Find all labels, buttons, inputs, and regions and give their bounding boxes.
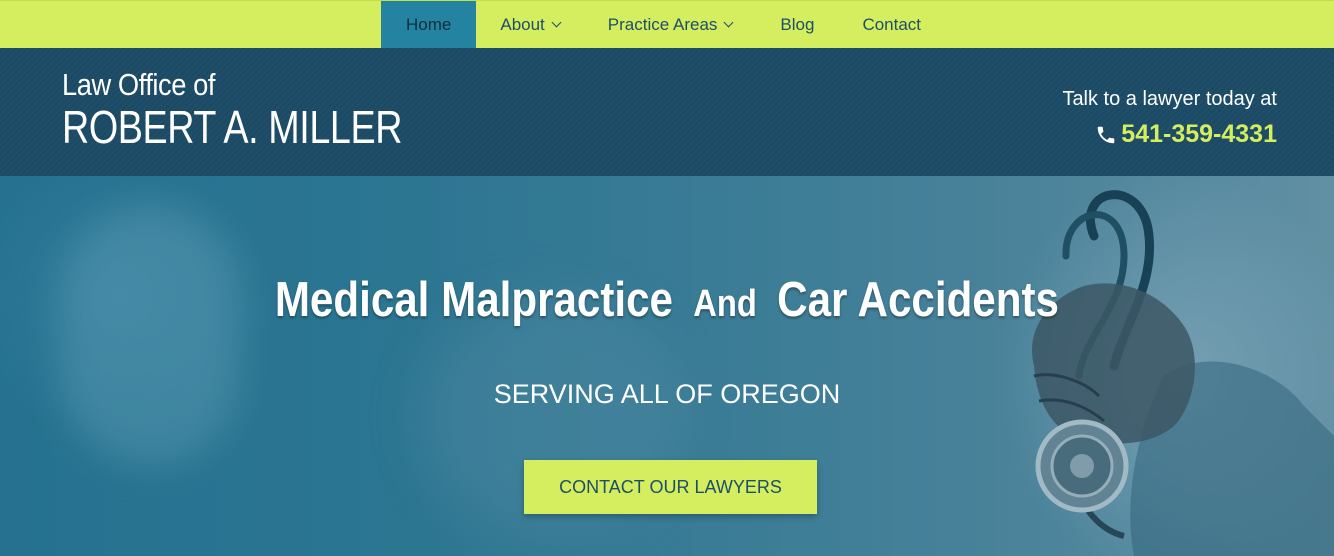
hero-title: Medical Malpractice And Car Accidents <box>0 272 1334 328</box>
nav-item-contact[interactable]: Contact <box>838 1 945 48</box>
contact-lawyers-button[interactable]: CONTACT OUR LAWYERS <box>524 460 817 514</box>
phone-icon <box>1098 126 1115 143</box>
nav-item-label: Blog <box>780 14 815 34</box>
talk-to-lawyer-text: Talk to a lawyer today at <box>1062 88 1277 110</box>
phone-number: 541-359-4331 <box>1121 120 1277 148</box>
nav-item-blog[interactable]: Blog <box>756 1 838 48</box>
phone-link[interactable]: 541-359-4331 <box>1095 120 1277 149</box>
nav-item-about[interactable]: About <box>476 1 583 48</box>
nav-item-label: Contact <box>862 14 922 34</box>
hero-title-part-2: Car Accidents <box>777 273 1060 327</box>
cta-label: CONTACT OUR LAWYERS <box>559 476 782 497</box>
chevron-down-icon <box>551 17 562 28</box>
site-header: Law Office of ROBERT A. MILLER Talk to a… <box>0 48 1334 176</box>
hero-title-and: And <box>693 283 757 325</box>
top-navigation: Home About Practice Areas Blog Contact <box>0 0 1334 48</box>
hero-title-part-1: Medical Malpractice <box>274 273 674 327</box>
hero-banner: Medical Malpractice And Car Accidents SE… <box>0 176 1334 556</box>
hero-subtitle: SERVING ALL OF OREGON <box>493 379 841 409</box>
nav-item-label: Practice Areas <box>607 14 718 34</box>
logo-line-2: ROBERT A. MILLER <box>62 101 403 153</box>
nav-item-practice-areas[interactable]: Practice Areas <box>584 1 757 48</box>
nav-menu: Home About Practice Areas Blog Contact <box>381 1 945 48</box>
nav-item-label: About <box>500 14 545 34</box>
logo-line-1: Law Office of <box>62 67 215 102</box>
nav-item-label: Home <box>406 14 452 34</box>
chevron-down-icon <box>723 17 734 28</box>
nav-item-home[interactable]: Home <box>381 1 477 48</box>
